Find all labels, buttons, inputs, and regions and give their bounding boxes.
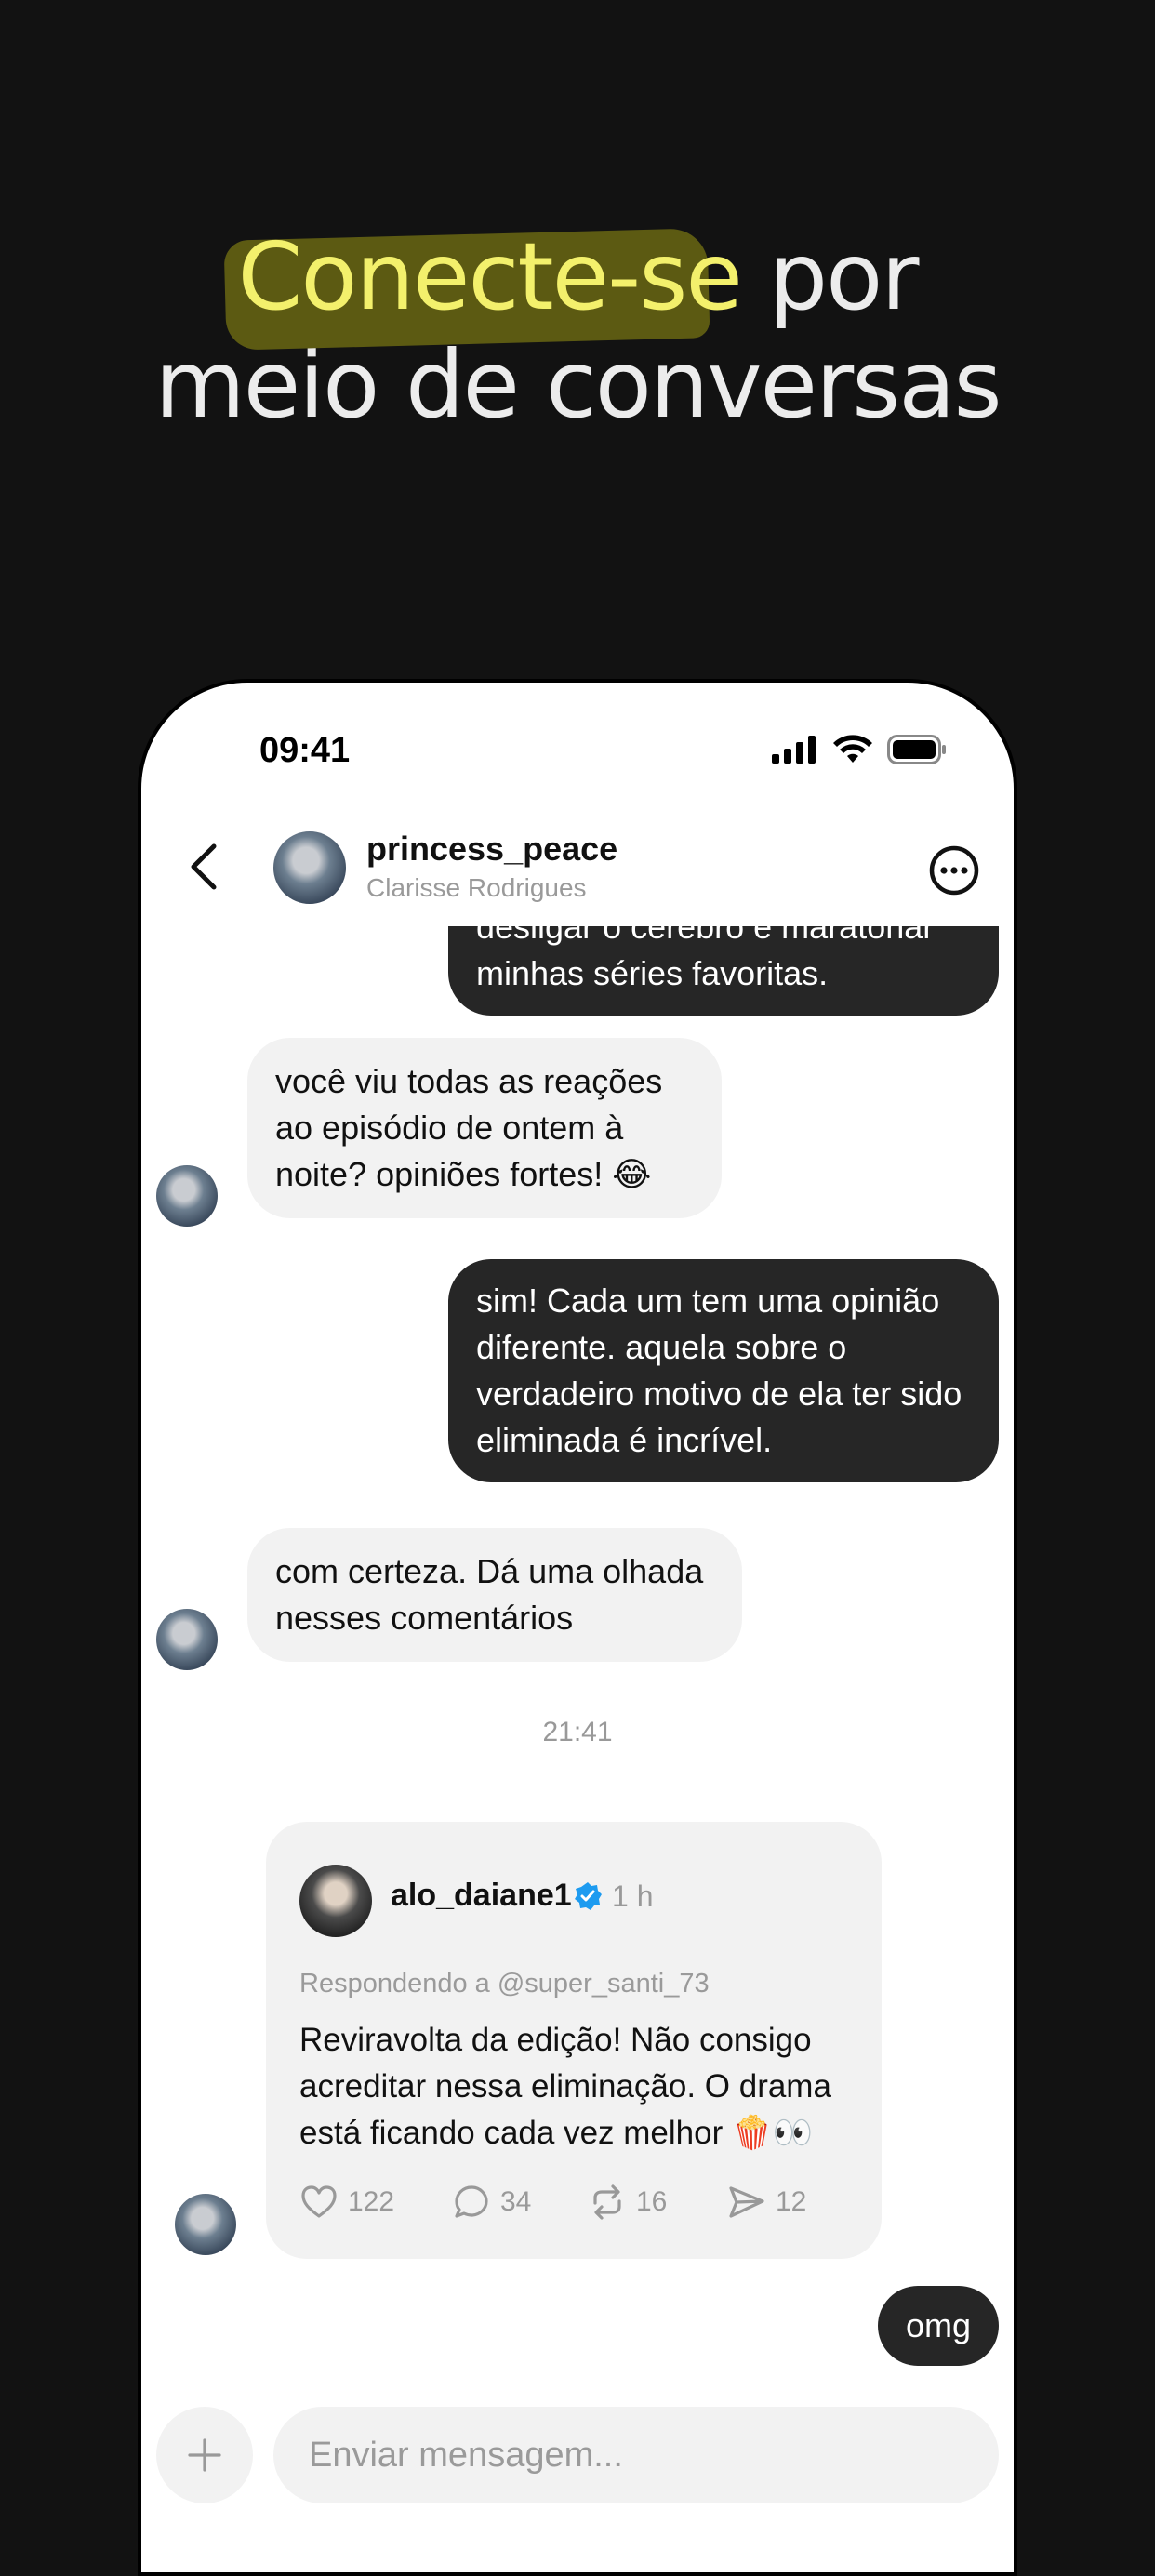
message-bubble-outgoing[interactable]: sim! Cada um tem uma opinião diferente. …: [448, 1259, 999, 1482]
verified-badge-icon: [575, 1882, 602, 1910]
post-actions: 122 34 16 12: [299, 2183, 820, 2222]
chat-header: princess_peace Clarisse Rodrigues: [141, 803, 1014, 915]
status-icons: [772, 735, 947, 764]
shared-post-card[interactable]: alo_daiane1 1 h Respondendo a @super_san…: [266, 1822, 882, 2259]
chevron-left-icon[interactable]: [186, 843, 223, 891]
headline-line1-rest: por: [740, 222, 920, 331]
more-options-icon[interactable]: [928, 844, 980, 896]
message-timestamp: 21:41: [542, 1717, 613, 1747]
share-button[interactable]: 12: [727, 2183, 820, 2222]
message-avatar: [156, 1165, 218, 1227]
chat-username[interactable]: princess_peace: [366, 830, 617, 869]
post-replying-to: Respondendo a @super_santi_73: [299, 1969, 710, 1998]
post-time: 1 h: [612, 1879, 654, 1913]
message-bubble-outgoing[interactable]: omg: [877, 2286, 999, 2366]
headline-line-2: meio de conversas: [154, 330, 1002, 439]
message-list[interactable]: desligar o cérebro e maratonar minhas sé…: [141, 926, 1014, 2414]
plus-icon: [188, 2438, 221, 2472]
share-count: 12: [776, 2186, 807, 2217]
message-bubble-incoming[interactable]: você viu todas as reações ao episódio de…: [247, 1038, 722, 1218]
repost-count: 16: [636, 2186, 668, 2217]
like-button[interactable]: 122: [299, 2183, 452, 2222]
message-input[interactable]: [273, 2407, 999, 2503]
avatar[interactable]: [273, 831, 346, 904]
headline-line-1: Conecte-se por: [0, 222, 1155, 351]
message-bubble-outgoing[interactable]: desligar o cérebro e maratonar minhas sé…: [448, 926, 999, 1016]
headline-highlight-word: Conecte-se: [237, 222, 743, 331]
battery-icon: [887, 735, 946, 764]
wifi-icon: [833, 735, 872, 763]
post-avatar[interactable]: [299, 1865, 372, 1937]
phone-frame: 09:41 princess_peace Clarisse Rodrigues: [138, 679, 1017, 2576]
message-composer: [141, 2394, 1014, 2515]
repost-icon: [593, 2184, 621, 2220]
comment-button[interactable]: 34: [452, 2183, 588, 2222]
like-count: 122: [348, 2186, 395, 2217]
heart-icon: [301, 2185, 337, 2218]
add-attachment-button[interactable]: [156, 2407, 253, 2503]
signal-icon: [772, 736, 816, 764]
message-avatar: [175, 2194, 236, 2255]
chat-full-name: Clarisse Rodrigues: [366, 873, 587, 902]
post-text: Reviravolta da edição! Não consigo acred…: [299, 2022, 831, 2151]
send-icon: [729, 2186, 764, 2218]
comment-icon: [455, 2185, 488, 2218]
headline-highlight: Conecte-se: [223, 222, 743, 351]
message-avatar: [156, 1609, 218, 1670]
repost-button[interactable]: 16: [588, 2183, 727, 2222]
post-username[interactable]: alo_daiane1: [391, 1878, 572, 1914]
message-bubble-incoming[interactable]: com certeza. Dá uma olhada nesses coment…: [247, 1528, 742, 1662]
status-time: 09:41: [259, 731, 351, 770]
comment-count: 34: [500, 2186, 532, 2217]
headline: Conecte-se por meio de conversas: [0, 223, 1155, 439]
